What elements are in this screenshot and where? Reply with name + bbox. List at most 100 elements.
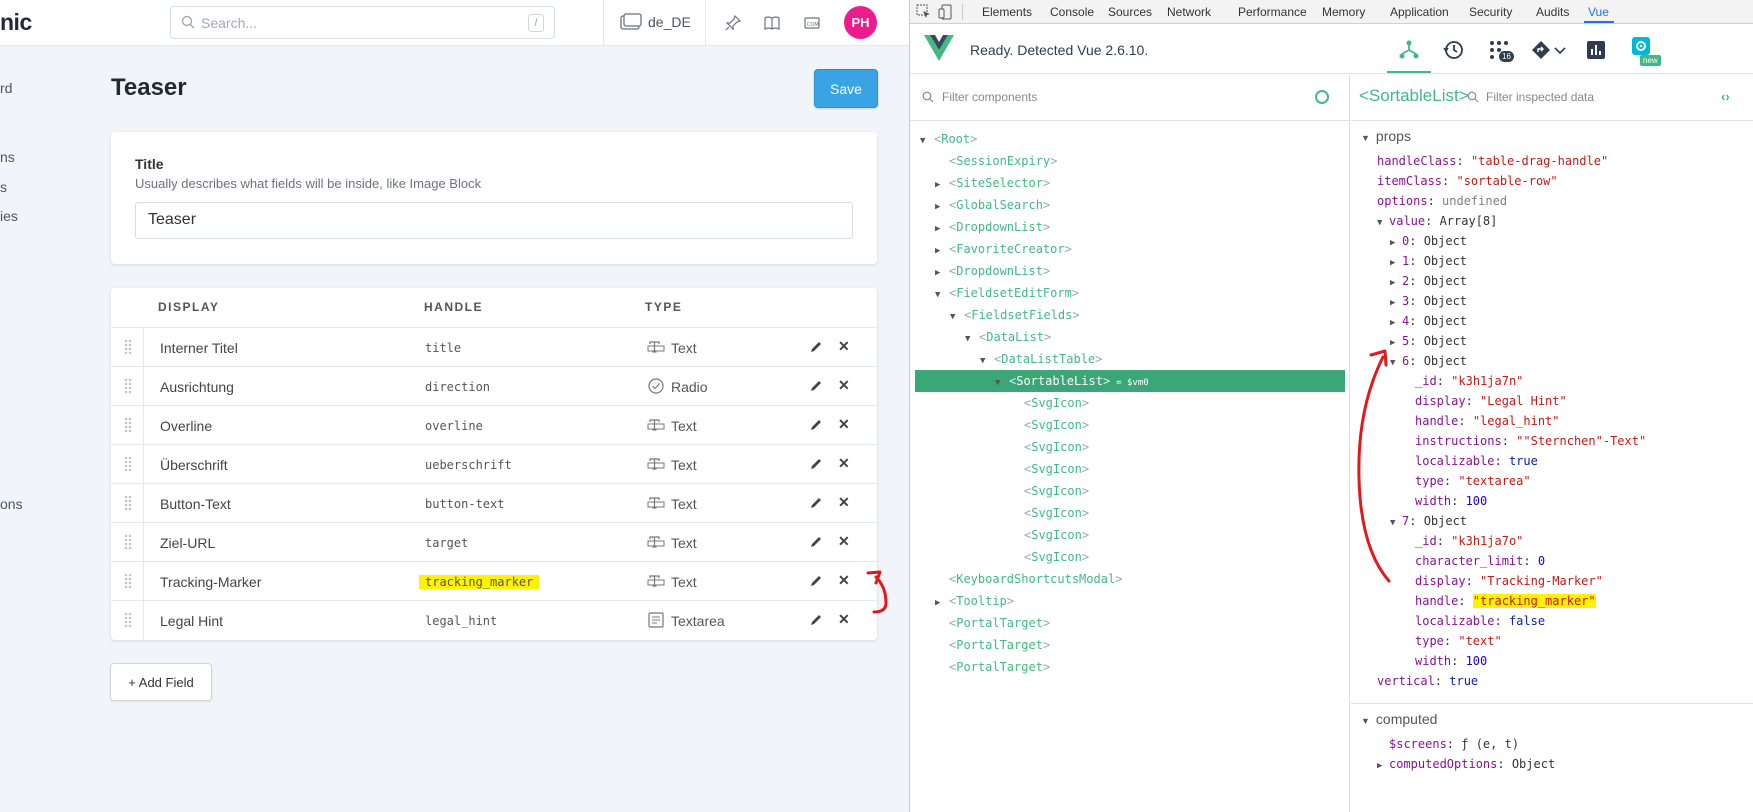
tab-sources[interactable]: Sources xyxy=(1108,5,1152,19)
computed-section-toggle[interactable]: ▼ computed xyxy=(1361,711,1437,727)
tree-node[interactable]: <SvgIcon> xyxy=(1010,480,1089,502)
drag-handle[interactable] xyxy=(111,562,144,601)
table-row[interactable]: Ausrichtung direction Radio ✕ xyxy=(111,366,877,406)
tree-node[interactable]: <SvgIcon> xyxy=(1010,502,1089,524)
pencil-icon[interactable] xyxy=(809,379,823,393)
table-row[interactable]: Tracking-Marker tracking_marker Text ✕ xyxy=(111,561,877,601)
close-icon[interactable]: ✕ xyxy=(838,416,850,433)
tree-node[interactable]: <SvgIcon> xyxy=(1010,524,1089,546)
tab-performance[interactable]: Performance xyxy=(1238,5,1307,19)
table-row[interactable]: Button-Text button-text Text ✕ xyxy=(111,483,877,523)
table-row[interactable]: Ziel-URL target Text ✕ xyxy=(111,522,877,562)
table-row[interactable]: Legal Hint legal_hint Textarea ✕ xyxy=(111,600,877,640)
tree-node[interactable]: <KeyboardShortcutsModal> xyxy=(935,568,1122,590)
caret-down-icon[interactable]: ▼ xyxy=(965,328,979,350)
tab-vue[interactable]: Vue xyxy=(1588,5,1609,19)
caret-down-icon[interactable]: ▼ xyxy=(950,306,964,328)
tab-audits[interactable]: Audits xyxy=(1536,5,1569,19)
save-button[interactable]: Save xyxy=(814,69,878,108)
pencil-icon[interactable] xyxy=(809,574,823,588)
chevron-down-icon[interactable] xyxy=(1553,39,1567,61)
tree-node[interactable]: <SvgIcon> xyxy=(1010,414,1089,436)
tab-security[interactable]: Security xyxy=(1469,5,1512,19)
add-field-button[interactable]: + Add Field xyxy=(110,663,212,701)
field-display[interactable]: Ziel-URL xyxy=(160,535,215,551)
tab-application[interactable]: Application xyxy=(1390,5,1449,19)
sidebar-item[interactable]: s xyxy=(0,179,7,195)
vuex-tab[interactable]: 16 xyxy=(1488,39,1516,65)
field-display[interactable]: Ausrichtung xyxy=(160,379,234,395)
computed-row[interactable]: ▶ computedOptions: Object xyxy=(1377,754,1555,774)
filter-components-input[interactable]: Filter components xyxy=(910,75,1349,121)
sidebar-item[interactable]: rd xyxy=(0,80,12,96)
tree-node[interactable]: <SvgIcon> xyxy=(1010,458,1089,480)
drag-handle[interactable] xyxy=(111,367,144,406)
caret-right-icon[interactable]: ▶ xyxy=(935,262,949,284)
book-icon[interactable] xyxy=(763,14,781,32)
tree-node[interactable]: ▼ <FieldsetEditForm> xyxy=(935,282,1079,304)
sidebar-item[interactable]: ns xyxy=(0,149,15,165)
domain-icon[interactable]: .COM xyxy=(803,14,821,32)
drag-handle[interactable] xyxy=(111,328,144,367)
tree-node[interactable]: <SessionExpiry> xyxy=(935,150,1057,172)
field-display[interactable]: Button-Text xyxy=(160,496,231,512)
history-icon[interactable] xyxy=(1442,39,1464,61)
routing-icon[interactable] xyxy=(1530,39,1552,61)
field-display[interactable]: Überschrift xyxy=(160,457,228,473)
close-icon[interactable]: ✕ xyxy=(838,338,850,355)
close-icon[interactable]: ✕ xyxy=(838,533,850,550)
tree-node[interactable]: <PortalTarget> xyxy=(935,612,1050,634)
caret-right-icon[interactable]: ▶ xyxy=(935,174,949,196)
sidebar-item[interactable]: ies xyxy=(0,208,18,224)
tree-node[interactable]: ▼ <DataListTable> xyxy=(980,348,1102,370)
close-icon[interactable]: ✕ xyxy=(838,611,850,628)
tree-node[interactable]: ▼ <SortableList> = $vm0 xyxy=(995,370,1149,392)
prop-row[interactable]: ▼ value: Array[8] xyxy=(1377,211,1497,231)
table-row[interactable]: Overline overline Text ✕ xyxy=(111,405,877,445)
pencil-icon[interactable] xyxy=(809,496,823,510)
caret-down-icon[interactable]: ▼ xyxy=(995,372,1009,394)
filter-inspected-input[interactable]: Filter inspected data xyxy=(1486,90,1594,104)
tree-node[interactable]: ▼ <Root> xyxy=(920,128,977,150)
settings-tab[interactable]: new xyxy=(1626,35,1666,69)
caret-right-icon[interactable]: ▶ xyxy=(935,240,949,262)
drag-handle[interactable] xyxy=(111,406,144,445)
tree-node[interactable]: <SvgIcon> xyxy=(1010,392,1089,414)
caret-down-icon[interactable]: ▼ xyxy=(1377,213,1389,233)
select-component-target-icon[interactable] xyxy=(1315,90,1329,104)
tab-memory[interactable]: Memory xyxy=(1322,5,1365,19)
field-display[interactable]: Legal Hint xyxy=(160,613,223,629)
field-display[interactable]: Overline xyxy=(160,418,212,434)
prop-row[interactable]: ▶ 0: Object xyxy=(1390,231,1467,251)
tree-node[interactable]: <SvgIcon> xyxy=(1010,546,1089,568)
prop-row[interactable]: ▶ 2: Object xyxy=(1390,271,1467,291)
performance-chart-icon[interactable] xyxy=(1585,39,1607,61)
tab-elements[interactable]: Elements xyxy=(982,5,1032,19)
prop-row[interactable]: ▶ 3: Object xyxy=(1390,291,1467,311)
tree-node[interactable]: ▼ <FieldsetFields> xyxy=(950,304,1080,326)
tree-node[interactable]: ▶ <SiteSelector> xyxy=(935,172,1050,194)
prop-row[interactable]: ▶ 4: Object xyxy=(1390,311,1467,331)
close-icon[interactable]: ✕ xyxy=(838,494,850,511)
avatar[interactable]: PH xyxy=(844,6,877,39)
close-icon[interactable]: ✕ xyxy=(838,455,850,472)
field-display[interactable]: Tracking-Marker xyxy=(160,574,261,590)
caret-right-icon[interactable]: ▶ xyxy=(935,592,949,614)
app-logo[interactable]: nic xyxy=(0,9,32,36)
selected-tree-row[interactable]: ▼ <SortableList> = $vm0 xyxy=(915,370,1345,392)
drag-handle[interactable] xyxy=(111,445,144,484)
open-source-code-icon[interactable]: ‹› xyxy=(1721,89,1730,104)
caret-right-icon[interactable]: ▶ xyxy=(1377,756,1389,776)
tab-network[interactable]: Network xyxy=(1167,5,1211,19)
site-selector[interactable]: de_DE xyxy=(618,0,702,46)
props-section-toggle[interactable]: ▼ props xyxy=(1361,128,1411,144)
caret-right-icon[interactable]: ▶ xyxy=(935,196,949,218)
drag-handle[interactable] xyxy=(111,523,144,562)
close-icon[interactable]: ✕ xyxy=(838,572,850,589)
pencil-icon[interactable] xyxy=(809,340,823,354)
tree-node[interactable]: <SvgIcon> xyxy=(1010,436,1089,458)
inspect-element-icon[interactable] xyxy=(916,4,932,20)
components-tab-icon[interactable] xyxy=(1398,39,1420,61)
title-input[interactable]: Teaser xyxy=(135,202,853,239)
pin-icon[interactable] xyxy=(724,14,742,32)
